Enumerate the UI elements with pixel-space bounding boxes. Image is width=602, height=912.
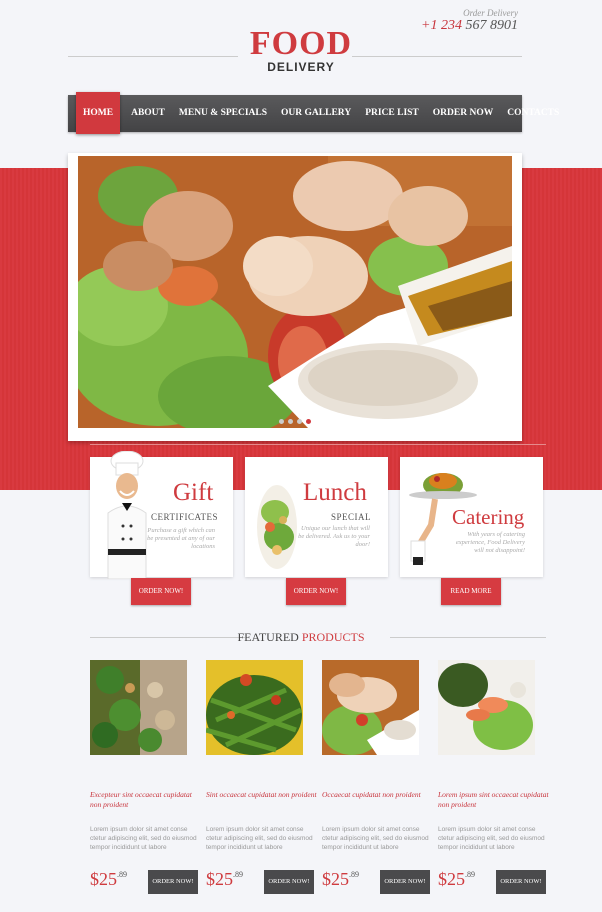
nav-home[interactable]: HOME bbox=[76, 91, 121, 134]
product-name[interactable]: Sint occaecat cupidatat non proident bbox=[206, 790, 318, 800]
product-description: Lorem ipsum dolor sit amet conse ctetur … bbox=[90, 826, 197, 851]
shrimp-salad-thumb-illustration bbox=[322, 660, 419, 755]
product-name[interactable]: Occaecat cupidatat non proident bbox=[322, 790, 434, 800]
price-dollars: $25 bbox=[90, 869, 117, 889]
page: Order Delivery +1 234 567 8901 FOOD DELI… bbox=[0, 0, 602, 912]
lunch-special-card: Lunch SPECIAL Unique our lunch that will… bbox=[245, 457, 388, 577]
product-description: Lorem ipsum dolor sit amet conse ctetur … bbox=[322, 826, 429, 851]
product-price: $25.89 bbox=[322, 869, 359, 890]
featured-heading-accent: PRODUCTS bbox=[301, 630, 365, 644]
band-divider bbox=[90, 444, 546, 445]
lunch-salad-icon bbox=[257, 485, 297, 569]
salmon-salad-illustration bbox=[438, 660, 535, 755]
price-dollars: $25 bbox=[206, 869, 233, 889]
price-dollars: $25 bbox=[438, 869, 465, 889]
product-order-now-button[interactable]: ORDER NOW! bbox=[380, 870, 430, 894]
featured-heading-plain: FEATURED bbox=[237, 630, 302, 644]
hero-slide-image bbox=[78, 156, 512, 428]
catering-read-more-button[interactable]: READ MORE bbox=[441, 578, 501, 605]
nav-menu-specials[interactable]: MENU & SPECIALS bbox=[172, 95, 274, 132]
broccoli-dish-illustration bbox=[90, 660, 187, 755]
product-price: $25.89 bbox=[438, 869, 475, 890]
product-order-now-button[interactable]: ORDER NOW! bbox=[264, 870, 314, 894]
nav-contacts[interactable]: CONTACTS bbox=[500, 95, 566, 132]
product-name[interactable]: Excepteur sint occaecat cupidatat non pr… bbox=[90, 790, 202, 810]
nav-our-gallery[interactable]: OUR GALLERY bbox=[274, 95, 358, 132]
product-image[interactable] bbox=[90, 660, 187, 755]
shrimp-salad-illustration bbox=[78, 156, 512, 428]
price-cents: .89 bbox=[233, 870, 243, 879]
logo[interactable]: FOOD DELIVERY bbox=[0, 25, 602, 75]
product-image[interactable] bbox=[206, 660, 303, 755]
card-subtitle: CERTIFICATES bbox=[151, 512, 218, 522]
product-order-now-button[interactable]: ORDER NOW! bbox=[496, 870, 546, 894]
card-text: Unique our lunch that will be delivered.… bbox=[298, 525, 370, 548]
price-dollars: $25 bbox=[322, 869, 349, 889]
card-text: With years of catering experience, Food … bbox=[455, 531, 525, 554]
nav-about[interactable]: ABOUT bbox=[124, 95, 172, 132]
product-name[interactable]: Lorem ipsum sint occaecat cupidatat non … bbox=[438, 790, 550, 810]
card-title: Lunch bbox=[303, 479, 367, 506]
gift-order-now-button[interactable]: ORDER NOW! bbox=[131, 578, 191, 605]
main-nav: HOME ABOUT MENU & SPECIALS OUR GALLERY P… bbox=[68, 91, 559, 134]
nav-order-now[interactable]: ORDER NOW bbox=[426, 95, 500, 132]
price-cents: .89 bbox=[465, 870, 475, 879]
order-delivery-label: Order Delivery bbox=[463, 8, 518, 18]
card-text: Purchase a gift which can be presented a… bbox=[147, 527, 215, 550]
nav-price-list[interactable]: PRICE LIST bbox=[358, 95, 426, 132]
slider-dot[interactable] bbox=[279, 419, 284, 424]
product-order-now-button[interactable]: ORDER NOW! bbox=[148, 870, 198, 894]
gift-certificates-card: Gift CERTIFICATES Purchase a gift which … bbox=[90, 451, 233, 579]
slider-dot[interactable] bbox=[288, 419, 293, 424]
catering-card: Catering With years of catering experien… bbox=[400, 457, 543, 577]
price-cents: .89 bbox=[117, 870, 127, 879]
card-title: Gift bbox=[173, 479, 214, 506]
slider-dot[interactable] bbox=[297, 419, 302, 424]
logo-main-text: FOOD bbox=[249, 25, 353, 62]
product-description: Lorem ipsum dolor sit amet conse ctetur … bbox=[206, 826, 313, 851]
product-image[interactable] bbox=[322, 660, 419, 755]
card-title: Catering bbox=[452, 505, 525, 529]
chef-icon bbox=[107, 451, 147, 579]
green-beans-dish-illustration bbox=[206, 660, 303, 755]
product-price: $25.89 bbox=[206, 869, 243, 890]
featured-products-heading: FEATURED PRODUCTS bbox=[0, 630, 602, 645]
hero-slider[interactable] bbox=[68, 153, 522, 441]
product-image[interactable] bbox=[438, 660, 535, 755]
lunch-order-now-button[interactable]: ORDER NOW! bbox=[286, 578, 346, 605]
product-description: Lorem ipsum dolor sit amet conse ctetur … bbox=[438, 826, 545, 851]
card-subtitle: SPECIAL bbox=[331, 512, 372, 522]
product-price: $25.89 bbox=[90, 869, 127, 890]
slider-dot-active[interactable] bbox=[306, 419, 311, 424]
price-cents: .89 bbox=[349, 870, 359, 879]
logo-sub-text: DELIVERY bbox=[267, 60, 335, 74]
slider-dots bbox=[78, 419, 512, 424]
